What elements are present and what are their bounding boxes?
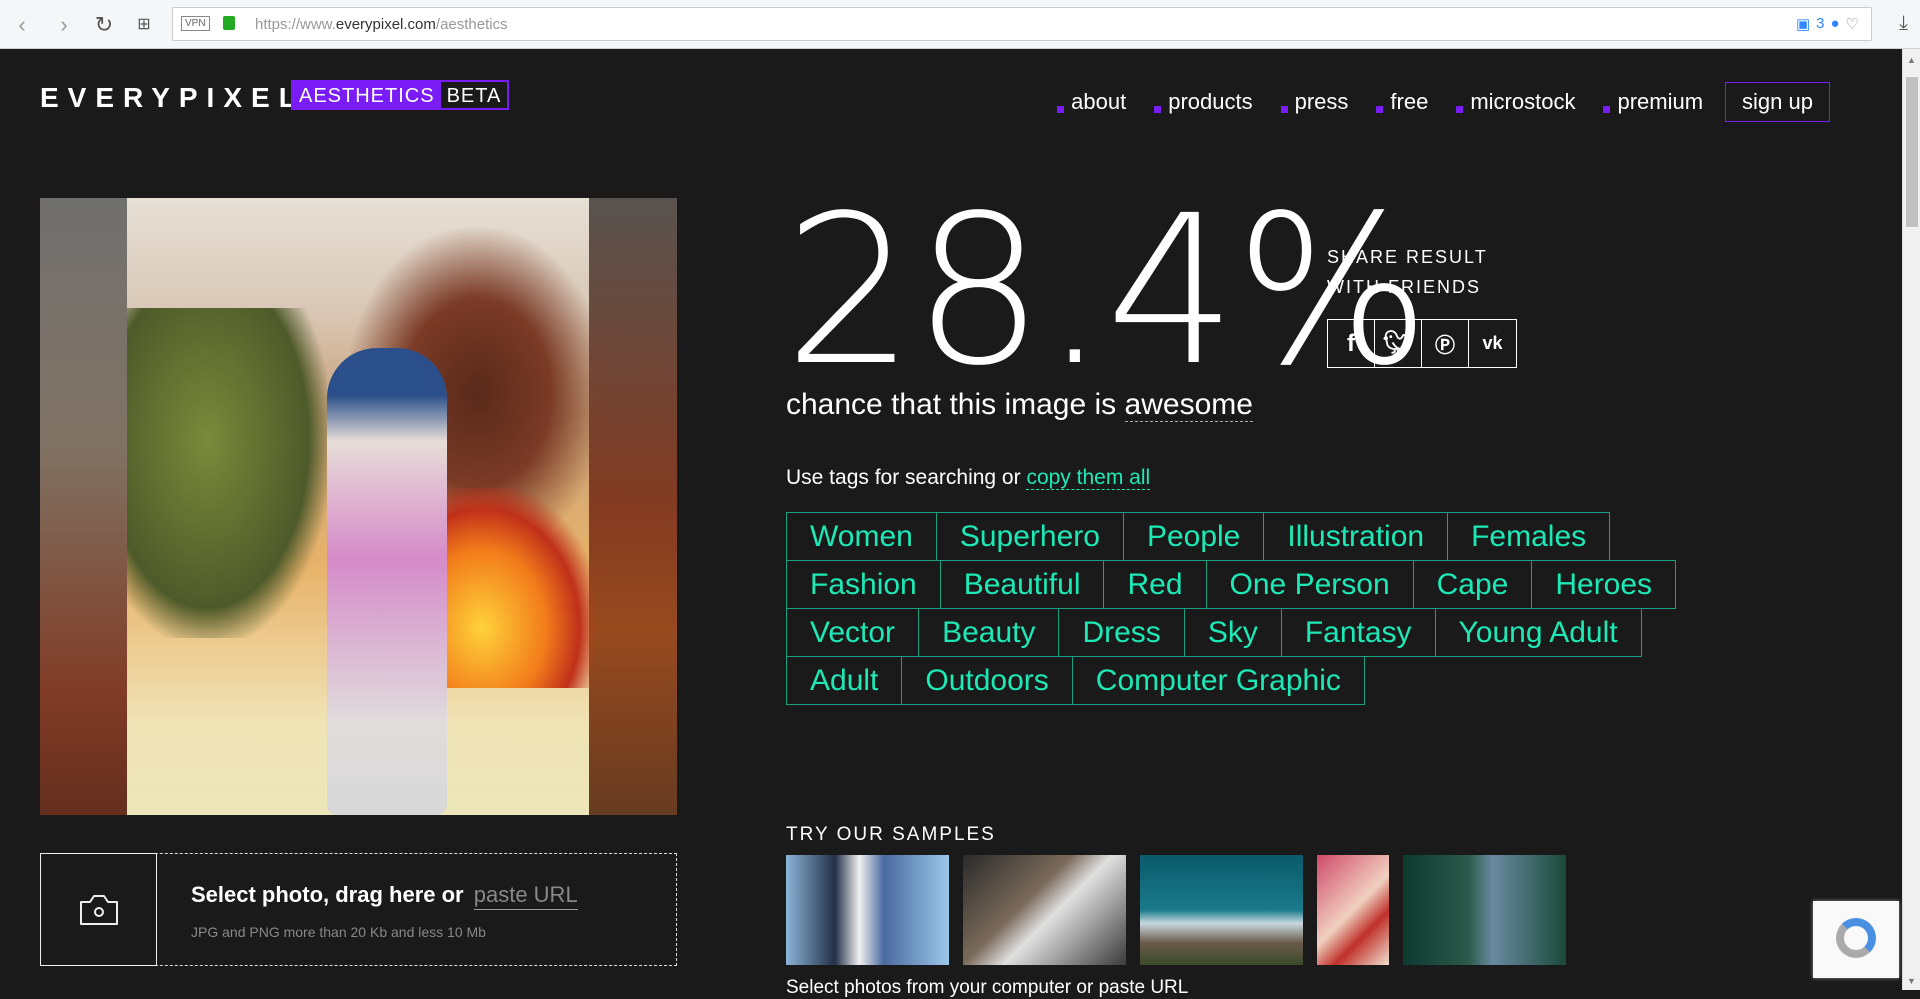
url-prefix: https://www.: [255, 16, 336, 33]
scrollbar[interactable]: ▲ ▼: [1902, 49, 1920, 990]
blur-left: [40, 198, 127, 815]
upload-main-text: Select photo, drag here or: [191, 882, 464, 907]
main-nav: about products press free microstock pre…: [1057, 82, 1830, 122]
upload-hint: JPG and PNG more than 20 Kb and less 10 …: [191, 924, 486, 940]
tabs-grid-icon[interactable]: ⊞: [132, 14, 156, 34]
facebook-icon[interactable]: f: [1328, 320, 1375, 367]
tag-row: Adult Outdoors Computer Graphic: [786, 656, 1676, 705]
tag[interactable]: Vector: [786, 608, 920, 657]
analyzed-image: [40, 198, 677, 815]
back-icon[interactable]: ‹: [10, 12, 34, 38]
chance-prefix: chance that this image is: [786, 388, 1117, 421]
sample-business-team[interactable]: [786, 855, 949, 965]
hill: [127, 308, 327, 638]
tag[interactable]: Sky: [1183, 608, 1282, 657]
heart-icon[interactable]: ♡: [1846, 15, 1859, 33]
download-icon[interactable]: ⤓: [1899, 12, 1908, 35]
tag[interactable]: One Person: [1205, 560, 1414, 609]
tag[interactable]: Superhero: [935, 512, 1124, 561]
sample-couple-forest[interactable]: [1403, 855, 1566, 965]
tags-prompt: Use tags for searching or copy them all: [786, 466, 1151, 490]
url-domain: everypixel.com: [335, 16, 436, 33]
tag[interactable]: Females: [1447, 512, 1611, 561]
aesthetics-badge: AESTHETICS BETA: [291, 80, 510, 110]
pinterest-icon[interactable]: Ⓟ: [1422, 320, 1469, 367]
recaptcha-badge[interactable]: [1813, 901, 1899, 978]
url-path: /aesthetics: [435, 16, 508, 33]
tag[interactable]: Cape: [1412, 560, 1533, 609]
sample-mountains[interactable]: [1140, 855, 1303, 965]
nav-products[interactable]: products: [1154, 89, 1253, 115]
nav-press[interactable]: press: [1280, 89, 1348, 115]
tag-row: Women Superhero People Illustration Females: [786, 512, 1676, 561]
share-line1: SHARE RESULT: [1327, 247, 1488, 267]
tag[interactable]: Dress: [1058, 608, 1185, 657]
vk-icon[interactable]: vk: [1469, 320, 1516, 367]
vpn-badge[interactable]: VPN: [181, 16, 210, 31]
sign-up-button[interactable]: sign up: [1725, 82, 1830, 122]
tag[interactable]: Computer Graphic: [1071, 656, 1365, 705]
awesome-link[interactable]: awesome: [1124, 388, 1253, 422]
copy-tags-link[interactable]: copy them all: [1026, 466, 1151, 490]
extensions: ▣ 3 ● ♡: [1796, 15, 1859, 33]
tag[interactable]: Beauty: [918, 608, 1060, 657]
shield-icon[interactable]: ●: [1830, 15, 1839, 33]
tag-row: Vector Beauty Dress Sky Fantasy Young Adult: [786, 608, 1676, 657]
sample-images: [786, 855, 1566, 965]
scroll-thumb[interactable]: [1906, 77, 1918, 227]
tag[interactable]: Red: [1103, 560, 1207, 609]
tag[interactable]: Outdoors: [901, 656, 1073, 705]
ext-count[interactable]: 3: [1816, 15, 1824, 33]
lock-icon: [223, 16, 235, 30]
tag[interactable]: People: [1122, 512, 1265, 561]
scroll-down-icon[interactable]: ▼: [1907, 976, 1916, 986]
camera-button[interactable]: [40, 853, 157, 966]
nav-microstock[interactable]: microstock: [1456, 89, 1575, 115]
tag[interactable]: Adult: [786, 656, 903, 705]
reload-icon[interactable]: ↻: [92, 12, 116, 38]
sample-office-desk[interactable]: [963, 855, 1126, 965]
address-bar[interactable]: VPN https://www.everypixel.com/aesthetic…: [172, 7, 1872, 41]
cube-icon[interactable]: ▣: [1796, 15, 1810, 33]
tag[interactable]: Young Adult: [1434, 608, 1642, 657]
chance-text: chance that this image is awesome: [786, 388, 1253, 422]
sample-couple-winter[interactable]: [1317, 855, 1389, 965]
nav-premium[interactable]: premium: [1603, 89, 1703, 115]
girl-figure: [327, 348, 447, 815]
samples-title: TRY OUR SAMPLES: [786, 824, 996, 845]
tag[interactable]: Fashion: [786, 560, 941, 609]
share-line2: WITH FRIENDS: [1327, 277, 1481, 297]
tag-row: Fashion Beautiful Red One Person Cape Heroes: [786, 560, 1677, 609]
scroll-up-icon[interactable]: ▲: [1907, 55, 1916, 65]
everypixel-logo[interactable]: EVERYPIXEL: [40, 82, 305, 114]
anime-girl-painting: [127, 198, 607, 815]
twitter-icon[interactable]: 🐦︎: [1375, 320, 1422, 367]
nav-free[interactable]: free: [1376, 89, 1428, 115]
tag[interactable]: Beautiful: [939, 560, 1105, 609]
share-title: SHARE RESULT WITH FRIENDS: [1327, 242, 1488, 302]
recaptcha-icon: [1836, 917, 1876, 958]
tag-list: Women Superhero People Illustration Females F…: [786, 512, 1677, 705]
forward-icon[interactable]: ›: [52, 12, 76, 38]
tag[interactable]: Fantasy: [1280, 608, 1436, 657]
social-share: f 🐦︎ Ⓟ vk: [1327, 319, 1517, 368]
camera-icon: [79, 894, 118, 925]
tag[interactable]: Heroes: [1531, 560, 1677, 609]
nav-about[interactable]: about: [1057, 89, 1126, 115]
badge-beta: BETA: [446, 85, 502, 107]
tags-prompt-text: Use tags for searching or: [786, 466, 1021, 489]
badge-aesthetics: AESTHETICS: [293, 82, 441, 108]
upload-dropzone[interactable]: Select photo, drag here or paste URL JPG…: [40, 853, 677, 966]
upload-instruction: Select photo, drag here or paste URL: [191, 882, 578, 910]
tag[interactable]: Women: [786, 512, 937, 561]
blur-right: [589, 198, 677, 815]
tag[interactable]: Illustration: [1263, 512, 1449, 561]
browser-toolbar: ‹ › ↻ ⊞ VPN https://www.everypixel.com/a…: [0, 0, 1920, 49]
url-text[interactable]: https://www.everypixel.com/aesthetics: [255, 16, 508, 33]
samples-footer: Select photos from your computer or past…: [786, 977, 1189, 998]
paste-url-link[interactable]: paste URL: [473, 882, 578, 910]
